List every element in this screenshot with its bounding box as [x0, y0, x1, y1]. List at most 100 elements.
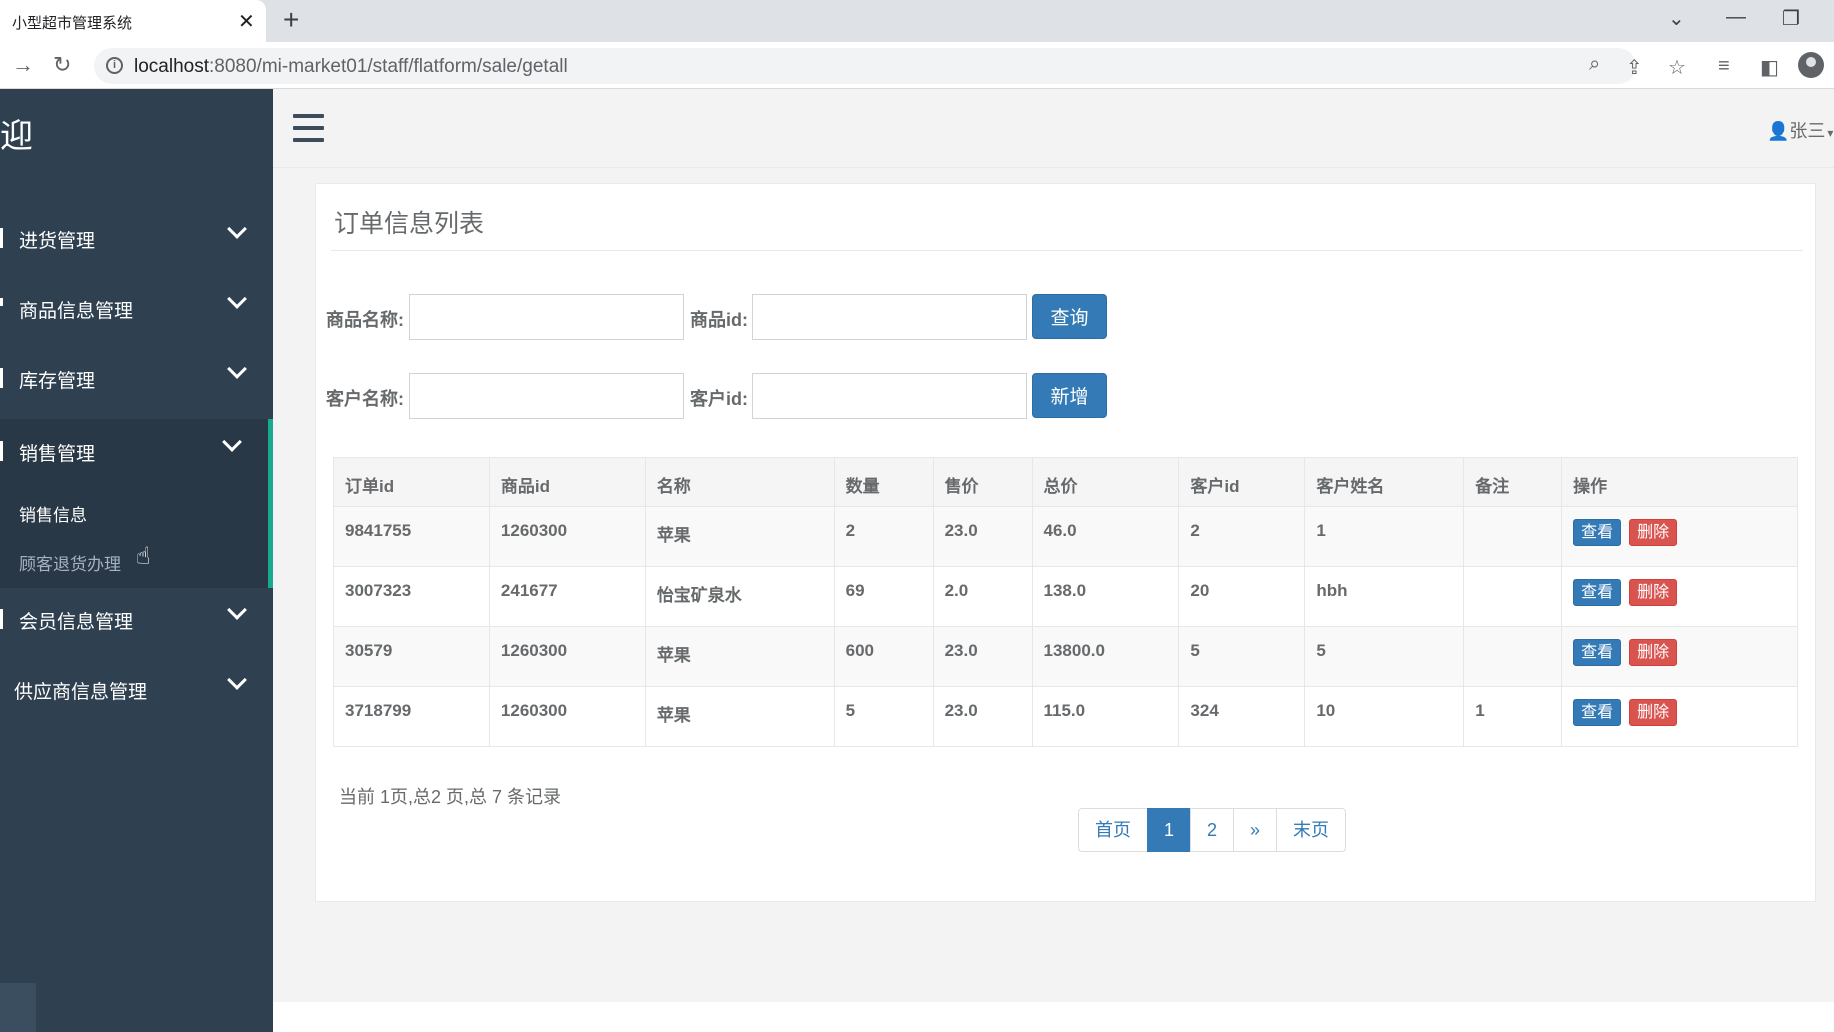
caret-down-icon: ▾ — [1827, 126, 1834, 140]
view-button[interactable]: 查看 — [1573, 519, 1622, 546]
submenu-item-customer-returns[interactable]: 顾客退货办理 — [19, 550, 121, 575]
sales-submenu: 销售信息 顾客退货办理 — [0, 481, 273, 588]
browser-tab[interactable]: 小型超市管理系统 ✕ — [0, 0, 266, 42]
cell-unit-price: 23.0 — [932, 506, 1033, 567]
menu-icon — [0, 441, 3, 461]
cell-unit-price: 23.0 — [932, 686, 1033, 747]
submenu-item-sales-info[interactable]: 销售信息 — [19, 501, 87, 526]
url-path: :8080/mi-market01/staff/flatform/sale/ge… — [209, 56, 568, 77]
view-button[interactable]: 查看 — [1573, 699, 1622, 726]
cell-actions: 查看 删除 — [1561, 566, 1798, 627]
tab-search-chevron-icon[interactable]: ⌄ — [1668, 6, 1685, 31]
sidebar-item-purchase[interactable]: 进货管理 — [0, 206, 273, 272]
column-header: 客户姓名 — [1304, 457, 1465, 507]
cell-order-id: 3007323 — [333, 566, 490, 627]
side-panel-icon[interactable]: ◧ — [1760, 55, 1779, 80]
column-header: 客户id — [1178, 457, 1306, 507]
cell-quantity: 5 — [833, 686, 934, 747]
view-button[interactable]: 查看 — [1573, 639, 1622, 666]
chevron-down-icon — [227, 600, 247, 620]
customer-name-input[interactable] — [409, 373, 684, 419]
zoom-icon[interactable]: ⌕ — [1589, 53, 1600, 76]
sidebar-brand: 迎 — [0, 117, 33, 154]
pagination-info: 当前 1页,总2 页,总 7 条记录 — [339, 787, 562, 807]
add-button[interactable]: 新增 — [1032, 373, 1107, 418]
page-next-button[interactable]: » — [1233, 808, 1278, 852]
column-header: 备注 — [1463, 457, 1563, 507]
sidebar-item-label: 供应商信息管理 — [14, 682, 148, 703]
footer-strip — [273, 1002, 1834, 1032]
cell-quantity: 2 — [833, 506, 934, 567]
product-name-input[interactable] — [409, 294, 684, 340]
tab-close-icon[interactable]: ✕ — [238, 9, 255, 34]
browser-tab-strip: 小型超市管理系统 ✕ + ⌄ — ❐ — [0, 0, 1834, 42]
minimize-icon[interactable]: — — [1726, 6, 1746, 29]
customer-id-input[interactable] — [752, 373, 1027, 419]
sidebar-item-label: 库存管理 — [19, 371, 96, 392]
chevron-down-icon — [227, 359, 247, 379]
delete-button[interactable]: 删除 — [1629, 579, 1678, 606]
table-row: 3007323 241677 怡宝矿泉水 69 2.0 138.0 20 hbh… — [333, 566, 1798, 627]
reading-list-icon[interactable]: ≡ — [1718, 55, 1730, 78]
cell-remark: 1 — [1463, 686, 1563, 747]
sidebar-footer-button[interactable] — [0, 983, 36, 1032]
page-first-button[interactable]: 首页 — [1078, 808, 1148, 852]
cell-order-id: 9841755 — [333, 506, 490, 567]
delete-button[interactable]: 删除 — [1629, 699, 1678, 726]
cell-order-id: 30579 — [333, 626, 490, 687]
menu-icon — [0, 228, 3, 248]
page-title: 订单信息列表 — [334, 210, 485, 238]
query-button[interactable]: 查询 — [1032, 294, 1107, 339]
menu-icon — [0, 609, 3, 629]
url-host: localhost — [134, 56, 209, 77]
column-header: 数量 — [833, 457, 934, 507]
table-header-row: 订单id 商品id 名称 数量 售价 总价 客户id 客户姓名 备注 操作 — [333, 457, 1798, 507]
page-last-button[interactable]: 末页 — [1276, 808, 1347, 852]
profile-icon[interactable] — [1798, 52, 1824, 78]
cell-remark — [1463, 566, 1563, 627]
cell-product-name: 怡宝矿泉水 — [644, 566, 835, 627]
user-menu[interactable]: 👤张三 ▾ — [1767, 117, 1833, 143]
cell-product-id: 241677 — [488, 566, 646, 627]
order-list-panel: 订单信息列表 商品名称: 商品id: 查询 客户名称: 客户id: 新增 订单i… — [315, 183, 1816, 902]
sidebar-item-sales[interactable]: 销售管理 — [0, 419, 273, 481]
sidebar-item-inventory[interactable]: 库存管理 — [0, 346, 273, 412]
delete-button[interactable]: 删除 — [1629, 639, 1678, 666]
cell-customer-name: 1 — [1304, 506, 1465, 567]
product-name-label: 商品名称: — [326, 310, 404, 330]
delete-button[interactable]: 删除 — [1629, 519, 1678, 546]
cell-customer-id: 324 — [1178, 686, 1306, 747]
info-icon[interactable]: i — [106, 57, 123, 74]
cell-customer-name: hbh — [1304, 566, 1465, 627]
view-button[interactable]: 查看 — [1573, 579, 1622, 606]
address-toolbar: → ↻ i localhost:8080/mi-market01/staff/f… — [0, 42, 1834, 89]
column-header: 操作 — [1561, 457, 1798, 507]
restore-icon[interactable]: ❐ — [1782, 6, 1800, 31]
page-button-1[interactable]: 1 — [1147, 808, 1192, 852]
sidebar-item-members[interactable]: 会员信息管理 — [0, 587, 273, 653]
share-icon-btn[interactable]: ⇪ — [1626, 55, 1643, 80]
menu-toggle-icon[interactable] — [293, 114, 324, 142]
star-icon[interactable]: ☆ — [1668, 55, 1686, 80]
cell-total-price: 115.0 — [1031, 686, 1180, 747]
cell-unit-price: 23.0 — [932, 626, 1033, 687]
sidebar-item-label: 销售管理 — [19, 444, 96, 465]
chevron-down-icon — [227, 289, 247, 309]
sidebar-item-suppliers[interactable]: 供应商信息管理 — [0, 657, 273, 723]
page-button-2[interactable]: 2 — [1190, 808, 1235, 852]
product-id-input[interactable] — [752, 294, 1027, 340]
reload-icon[interactable]: ↻ — [53, 52, 71, 78]
cell-customer-id: 2 — [1178, 506, 1306, 567]
menu-icon — [0, 298, 3, 306]
sidebar-item-products[interactable]: 商品信息管理 — [0, 276, 273, 342]
back-icon[interactable]: → — [12, 52, 34, 78]
cell-product-id: 1260300 — [488, 506, 646, 567]
chevron-down-icon — [227, 670, 247, 690]
cell-order-id: 3718799 — [333, 686, 490, 747]
new-tab-button[interactable]: + — [283, 4, 299, 36]
address-bar[interactable]: i localhost:8080/mi-market01/staff/flatf… — [94, 48, 1636, 84]
cell-customer-name: 10 — [1304, 686, 1465, 747]
url-text[interactable]: localhost:8080/mi-market01/staff/flatfor… — [134, 56, 568, 78]
cell-quantity: 69 — [833, 566, 934, 627]
product-id-label: 商品id: — [690, 310, 748, 330]
